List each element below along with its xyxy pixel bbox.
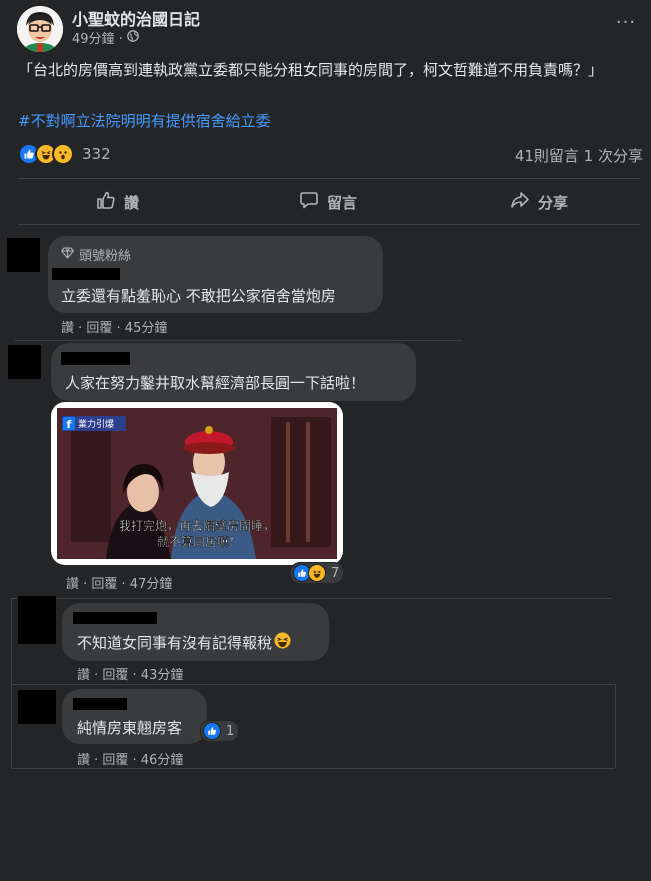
share-icon xyxy=(510,190,530,214)
commenter-avatar[interactable] xyxy=(18,690,56,724)
comment-button[interactable]: 留言 xyxy=(299,188,357,216)
post-time[interactable]: 49分鐘 · xyxy=(72,28,123,47)
haha-reaction-icon xyxy=(308,564,326,582)
comment-text: 不知道女同事有沒有記得報稅 xyxy=(77,634,273,652)
commenter-avatar[interactable] xyxy=(18,596,56,644)
comment-actions[interactable]: 讚 · 回覆 · 46分鐘 xyxy=(77,749,183,768)
share-button[interactable]: 分享 xyxy=(510,188,568,216)
redacted-commenter-name[interactable] xyxy=(73,612,157,624)
redacted-commenter-name[interactable] xyxy=(52,268,120,280)
like-button[interactable]: 讚 xyxy=(96,188,139,216)
reaction-count: 332 xyxy=(82,145,111,163)
top-fan-badge: 頭號粉絲 xyxy=(61,245,131,264)
diamond-icon xyxy=(61,246,74,263)
comment-reaction-count: 7 xyxy=(331,565,340,581)
comment-bubble: 人家在努力鑿井取水幫經濟部長圓一下話啦！ xyxy=(51,343,416,401)
tv-drama-scene: f 業力引爆 我打完炮，再去隔壁房間睡， 就不算同居嘛！ xyxy=(57,408,337,559)
thread-line xyxy=(11,598,12,768)
thread-line xyxy=(15,340,462,341)
meme-subtitle-line1: 我打完炮，再去隔壁房間睡， xyxy=(119,518,275,533)
comment-actions[interactable]: 讚 · 回覆 · 45分鐘 xyxy=(61,317,167,336)
comment-bubble: 不知道女同事有沒有記得報稅 xyxy=(62,603,329,661)
page-name[interactable]: 小聖蚊的治國日記 xyxy=(72,6,200,30)
svg-text:f: f xyxy=(67,418,72,431)
comment-bubble: 純情房東翹房客 xyxy=(62,689,207,744)
redacted-commenter-name[interactable] xyxy=(61,352,130,365)
divider xyxy=(18,224,640,225)
thumbs-up-icon xyxy=(96,190,116,214)
page-avatar[interactable] xyxy=(17,6,63,52)
meme-subtitle-line2: 就不算同居嘛！ xyxy=(157,534,241,549)
post-stats[interactable]: 41則留言 1 次分享 xyxy=(515,145,643,166)
comment-reactions[interactable]: 7 xyxy=(290,562,345,584)
comment-button-label: 留言 xyxy=(327,193,358,212)
divider xyxy=(18,178,640,179)
redacted-commenter-name[interactable] xyxy=(73,698,127,710)
share-button-label: 分享 xyxy=(538,193,569,212)
laughing-emoji-icon xyxy=(274,632,291,653)
comment-actions[interactable]: 讚 · 回覆 · 43分鐘 xyxy=(77,664,183,683)
reactions-summary[interactable]: 332 xyxy=(18,143,111,165)
globe-icon xyxy=(126,29,139,46)
commenter-avatar[interactable] xyxy=(7,238,40,272)
thread-line xyxy=(615,684,616,768)
more-options-button[interactable]: ··· xyxy=(612,12,640,33)
post-text: 「台北的房價高到連執政黨立委都只能分租女同事的房間了，柯文哲難道不用負責嗎？」 xyxy=(18,61,604,79)
post-hashtag[interactable]: #不對啊立法院明明有提供宿舍給立委 xyxy=(18,110,271,131)
comment-reactions[interactable]: 1 xyxy=(200,720,240,742)
commenter-avatar[interactable] xyxy=(8,345,41,379)
meme-logo-text: 業力引爆 xyxy=(78,418,114,430)
comment-image[interactable]: f 業力引爆 我打完炮，再去隔壁房間睡， 就不算同居嘛！ xyxy=(51,402,343,565)
thread-line xyxy=(11,684,615,685)
thread-line xyxy=(11,598,611,599)
comment-text: 立委還有點羞恥心 不敢把公家宿舍當炮房 xyxy=(61,287,336,305)
comment-actions[interactable]: 讚 · 回覆 · 47分鐘 xyxy=(66,573,172,592)
comment-text: 純情房東翹房客 xyxy=(77,719,183,737)
post-timestamp[interactable]: 49分鐘 · xyxy=(72,28,139,47)
comment-icon xyxy=(299,190,319,214)
like-button-label: 讚 xyxy=(124,193,140,212)
like-reaction-icon xyxy=(203,722,221,740)
comment-text-row: 不知道女同事有沒有記得報稅 xyxy=(77,632,291,653)
badge-label: 頭號粉絲 xyxy=(79,249,132,264)
thread-line xyxy=(11,768,615,769)
comment-bubble: 頭號粉絲 立委還有點羞恥心 不敢把公家宿舍當炮房 xyxy=(48,236,383,313)
comment-text: 人家在努力鑿井取水幫經濟部長圓一下話啦！ xyxy=(65,374,366,392)
wow-reaction-icon xyxy=(52,143,74,165)
comment-reaction-count: 1 xyxy=(226,723,235,739)
